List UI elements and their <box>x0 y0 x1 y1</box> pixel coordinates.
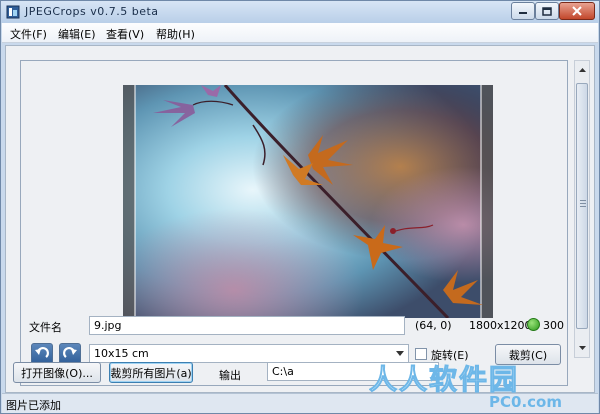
client-area: 文件名 9.jpg (64, 0) 1800x1200 300 10x15 cm… <box>5 45 595 393</box>
scroll-up-icon[interactable] <box>575 63 589 77</box>
image-preview[interactable] <box>123 85 493 318</box>
image-panel: 文件名 9.jpg (64, 0) 1800x1200 300 10x15 cm… <box>20 60 568 386</box>
maximize-icon <box>542 6 552 16</box>
chevron-down-icon <box>393 346 407 361</box>
filename-field[interactable]: 9.jpg <box>89 316 405 335</box>
window-title: JPEGCrops v0.7.5 beta <box>25 5 159 18</box>
quality-status-icon <box>527 318 540 331</box>
maximize-button[interactable] <box>535 2 559 20</box>
vertical-scrollbar[interactable] <box>574 60 590 358</box>
close-icon <box>572 6 582 16</box>
menu-bar: 文件(F) 编辑(E) 查看(V) 帮助(H) <box>2 23 598 43</box>
app-window: JPEGCrops v0.7.5 beta 文件(F) 编辑(E) 查看(V) … <box>0 0 600 414</box>
rotate-checkbox[interactable] <box>415 348 427 360</box>
menu-edit[interactable]: 编辑(E) <box>58 26 96 42</box>
menu-view[interactable]: 查看(V) <box>106 26 144 42</box>
open-image-button[interactable]: 打开图像(O)... <box>13 362 101 383</box>
scroll-thumb[interactable] <box>576 83 588 329</box>
minimize-button[interactable] <box>511 2 535 20</box>
title-bar[interactable]: JPEGCrops v0.7.5 beta <box>1 1 599 23</box>
svg-text:PC0.com: PC0.com <box>489 393 562 411</box>
crop-size-select[interactable]: 10x15 cm <box>89 344 409 363</box>
output-label: 输出 <box>219 369 241 382</box>
filename-label: 文件名 <box>29 321 62 334</box>
minimize-icon <box>519 12 527 14</box>
crop-all-button[interactable]: 裁剪所有图片(a) <box>109 362 193 383</box>
rotate-right-icon <box>63 347 77 358</box>
offset-readout: (64, 0) <box>415 319 452 332</box>
site-watermark: 人人软件园 PC0.com <box>369 361 595 412</box>
rotate-left-icon <box>35 347 49 358</box>
menu-help[interactable]: 帮助(H) <box>156 26 195 42</box>
dimensions-readout: 1800x1200 <box>469 319 532 332</box>
scroll-down-icon[interactable] <box>575 341 589 355</box>
app-icon <box>6 5 20 19</box>
status-text: 图片已添加 <box>6 399 61 412</box>
crop-size-value: 10x15 cm <box>94 347 149 360</box>
close-button[interactable] <box>559 2 595 20</box>
svg-text:人人软件园: 人人软件园 <box>369 363 519 396</box>
menu-file[interactable]: 文件(F) <box>10 26 47 42</box>
dpi-readout: 300 <box>543 319 564 332</box>
